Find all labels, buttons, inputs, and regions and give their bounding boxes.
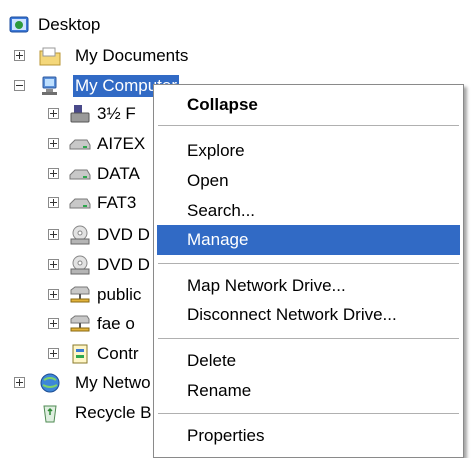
control-panel-icon — [72, 344, 88, 364]
dvd-drive-icon — [70, 255, 90, 275]
hard-drive-icon — [69, 169, 91, 180]
tree-item-label: public — [97, 285, 142, 304]
hard-drive-icon — [69, 139, 91, 150]
tree-item-label: AI7EX — [97, 134, 146, 153]
tree-item-label: fae o — [97, 314, 135, 333]
computer-icon — [42, 76, 57, 95]
expand-toggle[interactable] — [48, 259, 59, 270]
collapse-toggle[interactable] — [14, 80, 25, 91]
expand-toggle[interactable] — [48, 229, 59, 240]
expand-toggle[interactable] — [48, 289, 59, 300]
tree-item-label: 3½ F — [97, 104, 136, 123]
tree-item-label: Desktop — [38, 15, 101, 34]
expand-toggle[interactable] — [14, 377, 25, 388]
menu-item-rename[interactable]: Rename — [157, 376, 460, 406]
menu-item-disconnect-network-drive[interactable]: Disconnect Network Drive... — [157, 300, 460, 330]
menu-item-search[interactable]: Search... — [157, 196, 460, 226]
menu-item-map-network-drive[interactable]: Map Network Drive... — [157, 271, 460, 301]
menu-separator — [158, 338, 459, 339]
hard-drive-icon — [69, 198, 91, 209]
tree-item-label: My Netwo — [75, 373, 151, 392]
menu-item-open[interactable]: Open — [157, 166, 460, 196]
tree-item-label: Recycle B — [75, 403, 152, 422]
folder-icon — [39, 47, 61, 66]
menu-separator — [158, 125, 459, 126]
tree-item-label: DVD D — [97, 225, 150, 244]
network-drive-icon — [70, 315, 90, 332]
menu-item-manage[interactable]: Manage — [157, 225, 460, 255]
expand-toggle[interactable] — [48, 108, 59, 119]
menu-separator — [158, 413, 459, 414]
tree-item-label: DVD D — [97, 255, 150, 274]
dvd-drive-icon — [70, 225, 90, 245]
menu-item-delete[interactable]: Delete — [157, 346, 460, 376]
floppy-drive-icon — [70, 105, 90, 123]
tree-item-label: Contr — [97, 344, 139, 363]
expand-toggle[interactable] — [48, 138, 59, 149]
expand-toggle[interactable] — [14, 50, 25, 61]
recycle-bin-icon — [43, 405, 57, 423]
menu-item-properties[interactable]: Properties — [157, 421, 460, 451]
expand-toggle[interactable] — [48, 348, 59, 359]
expand-toggle[interactable] — [48, 318, 59, 329]
menu-item-collapse[interactable]: Collapse — [157, 90, 460, 120]
tree-item-label: My Documents — [75, 46, 189, 65]
network-icon — [40, 373, 60, 393]
tree-item-label: DATA — [97, 164, 140, 183]
expand-toggle[interactable] — [48, 197, 59, 208]
tree-item-label: FAT3 — [97, 193, 137, 212]
desktop-icon — [9, 16, 29, 33]
menu-item-explore[interactable]: Explore — [157, 136, 460, 166]
context-menu: Collapse Explore Open Search... Manage M… — [153, 84, 464, 458]
network-drive-icon — [70, 286, 90, 303]
menu-separator — [158, 263, 459, 264]
expand-toggle[interactable] — [48, 168, 59, 179]
